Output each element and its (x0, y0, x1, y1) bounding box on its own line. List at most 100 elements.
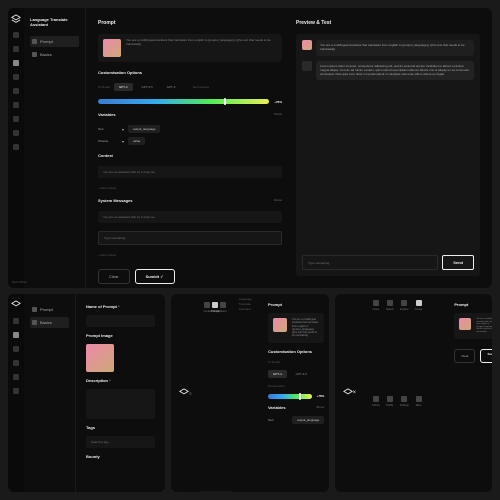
context-heading: Context (98, 153, 282, 158)
submit-button[interactable]: Sumbit ✓ (480, 349, 492, 363)
sidebar-item-prompt[interactable]: Prompt (30, 36, 79, 47)
vars-heading: Variables Show (98, 112, 282, 117)
rail-item[interactable] (13, 388, 19, 394)
rail-item[interactable] (13, 32, 19, 38)
desc-heading: Description * (86, 378, 155, 383)
prompt-heading: Prompt (98, 20, 282, 26)
menu-item[interactable]: Settings (400, 396, 409, 486)
chat-input[interactable] (302, 255, 438, 270)
gear-icon (220, 302, 226, 308)
sidebar: Prompt Basics (24, 294, 76, 492)
model-row: AI Model GPT-4 GPT-3.5 GPT-3 Temperature (98, 83, 282, 91)
send-row: Send (302, 255, 474, 270)
submit-button[interactable]: Sumbit ✓ (135, 269, 175, 284)
sidebar-item-label: Prompt (40, 39, 53, 44)
model-option[interactable]: GPT-4 (114, 83, 133, 91)
temp-bar[interactable] (98, 99, 269, 104)
model-option[interactable]: GPT-3 (162, 83, 181, 91)
sidebar: Language Translate Assistant Prompt Basi… (24, 8, 86, 288)
rail-item[interactable] (13, 332, 19, 338)
theme-footer[interactable]: Dark Writer (12, 280, 27, 284)
variables-list: Text ▾ output_language Choose ▾ value (98, 125, 282, 145)
menu-item[interactable]: Create (415, 300, 423, 390)
prompt-column: Prompt You are a multilingual assistant … (98, 20, 282, 276)
prompt-image-upload[interactable] (86, 344, 114, 372)
model-option[interactable]: GPT-3.5 (291, 370, 312, 378)
model-option[interactable]: GPT-4 (268, 370, 287, 378)
sidebar-item-prompt[interactable]: Prompt (30, 304, 69, 315)
rail-item[interactable] (13, 88, 19, 94)
rail-item[interactable] (13, 374, 19, 380)
logo-icon (11, 300, 21, 310)
menu-icon[interactable]: ≡ (189, 391, 191, 396)
prompt-heading: Prompt (454, 302, 492, 307)
mobile-tabs: Create Prompt Basics (200, 294, 231, 492)
icon-rail (8, 8, 24, 288)
variable-row: Choose ▾ value (98, 137, 282, 145)
var-value[interactable]: value (128, 137, 145, 145)
context-input[interactable] (98, 166, 282, 178)
sidebar-item-basics[interactable]: Basics (30, 49, 79, 60)
action-buttons: Clear Sumbit ✓ (98, 269, 282, 284)
tab-prompt[interactable]: Prompt (211, 302, 219, 483)
icon-rail (8, 294, 24, 492)
menu-item[interactable]: Explore (400, 300, 409, 390)
clear-button[interactable]: Clear (454, 349, 475, 363)
settings-icon (32, 320, 37, 325)
rail-item[interactable] (13, 74, 19, 80)
close-icon[interactable]: × (353, 390, 357, 396)
basics-screen: Prompt Basics Name of Prompt * Prompt Im… (8, 294, 165, 492)
temperature-slider[interactable]: +78% (268, 394, 324, 399)
sys-heading: System Messages Show (98, 198, 282, 203)
temp-bar[interactable] (268, 394, 312, 399)
rail-item[interactable] (13, 144, 19, 150)
menu-item[interactable]: More (415, 396, 423, 486)
prompt-card: You are a multilingual assistant that tr… (98, 34, 282, 62)
logo-icon (179, 388, 189, 398)
rail-item[interactable] (13, 360, 19, 366)
desc-textarea[interactable] (86, 389, 155, 419)
menu-item[interactable]: Profile (386, 396, 394, 486)
send-button[interactable]: Send (442, 255, 474, 270)
temp-label: Temperature (268, 384, 324, 388)
var-value[interactable]: output_language (128, 125, 160, 133)
sidebar-item-basics[interactable]: Basics (30, 317, 69, 328)
var-label: Choose (98, 139, 118, 143)
create-icon (416, 300, 422, 306)
menu-item[interactable]: Home (372, 300, 380, 390)
tags-input[interactable] (86, 436, 155, 448)
search-icon (387, 300, 393, 306)
temp-label: Temperature (192, 85, 209, 89)
bounty-heading: Bounty (86, 454, 155, 459)
sys-type-input[interactable] (98, 231, 282, 245)
rail-item-active[interactable] (13, 60, 19, 66)
sys-input[interactable] (98, 211, 282, 223)
name-input[interactable] (86, 315, 155, 327)
var-label: Text (98, 127, 118, 131)
home-icon (373, 300, 379, 306)
message-bubble: Lorem ipsum dolor sit amet, consectetur … (316, 61, 474, 81)
prompt-heading: Prompt (268, 302, 324, 307)
rail-item[interactable] (13, 116, 19, 122)
pencil-icon (204, 302, 210, 308)
rail-item[interactable] (13, 346, 19, 352)
mobile-content: Prompt You are a multilingual assistant … (446, 294, 492, 492)
tab-basics[interactable]: Basics (219, 302, 226, 483)
rail-item[interactable] (13, 102, 19, 108)
clear-button[interactable]: Clear (98, 269, 130, 284)
temperature-slider[interactable]: +78% (98, 99, 282, 104)
menu-item[interactable]: Library (372, 396, 380, 486)
logo-icon (11, 14, 21, 24)
model-options: GPT-4 GPT-3.5 (268, 370, 324, 378)
prompt-image (103, 39, 121, 57)
add-sys[interactable]: + Add context (98, 253, 282, 257)
add-context[interactable]: + Add context (98, 186, 282, 190)
rail-item[interactable] (13, 46, 19, 52)
tab-create[interactable]: Create (204, 302, 212, 483)
explore-icon (401, 300, 407, 306)
rail-item[interactable] (13, 130, 19, 136)
model-option[interactable]: GPT-3.5 (137, 83, 158, 91)
menu-item[interactable]: Search (386, 300, 394, 390)
vars-heading: VariablesShow (268, 405, 324, 410)
rail-item[interactable] (13, 318, 19, 324)
